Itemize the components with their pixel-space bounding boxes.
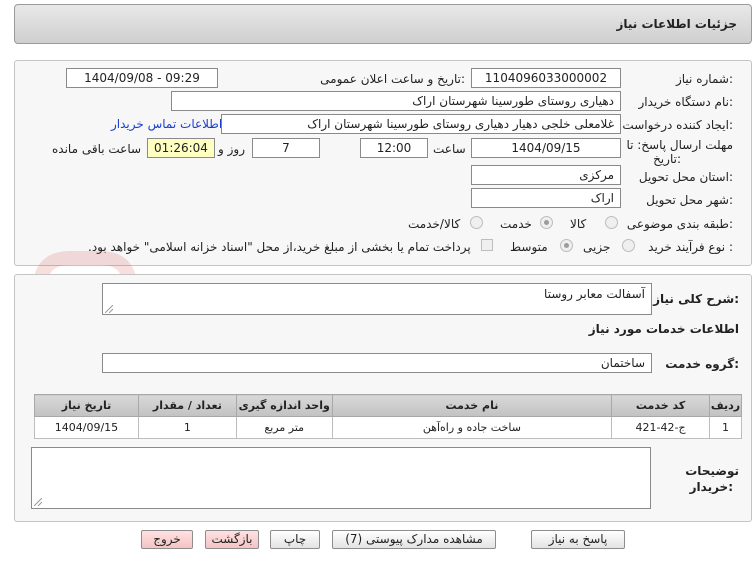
- cell-service-code: ج-42-421: [611, 416, 711, 439]
- purchase-type-label: نوع فرآیند خرید :: [648, 240, 733, 254]
- category-label: طبقه بندی موضوعی:: [626, 217, 733, 231]
- col-need-date: تاریخ نیاز: [34, 394, 139, 417]
- treasury-payment-checkbox[interactable]: [481, 239, 493, 251]
- deadline-label-date: تاریخ:: [653, 152, 681, 166]
- table-row[interactable]: 1 ج-42-421 ساخت جاده و راه‌آهن متر مربع …: [34, 416, 742, 439]
- notes-resize-handle-icon[interactable]: [34, 498, 42, 506]
- cell-service-name: ساخت جاده و راه‌آهن: [331, 416, 613, 439]
- requester-field[interactable]: غلامعلی خلجی دهیار دهیاری روستای طورسینا…: [221, 114, 621, 134]
- purchase-radio-minor[interactable]: [622, 239, 635, 252]
- deadline-label: مهلت ارسال پاسخ: تا: [626, 138, 733, 152]
- city-field[interactable]: اراک: [471, 188, 621, 208]
- category-radio-service[interactable]: [540, 216, 553, 229]
- summary-resize-handle-icon[interactable]: [105, 305, 113, 313]
- summary-label: شرح کلی نیاز:: [653, 292, 739, 306]
- services-table-header: ردیف کد خدمت نام خدمت واحد اندازه گیری ت…: [34, 394, 742, 417]
- category-radio-goods-service[interactable]: [470, 216, 483, 229]
- buyer-org-field[interactable]: دهیاری روستای طورسینا شهرستان اراک: [171, 91, 621, 111]
- cell-row: 1: [709, 416, 742, 439]
- category-option-service: خدمت: [500, 217, 532, 231]
- col-unit: واحد اندازه گیری: [235, 394, 333, 417]
- buyer-contact-link[interactable]: اطلاعات تماس خریدار: [111, 117, 222, 131]
- cell-need-date: 1404/09/15: [34, 416, 139, 439]
- col-row: ردیف: [709, 394, 742, 417]
- announce-datetime-label: تاریخ و ساعت اعلان عمومی:: [320, 72, 465, 86]
- col-quantity: تعداد / مقدار: [137, 394, 237, 417]
- exit-button[interactable]: خروج: [141, 530, 193, 549]
- col-service-name: نام خدمت: [331, 394, 613, 417]
- page-title: جزئیات اطلاعات نیاز: [616, 17, 737, 31]
- summary-field[interactable]: آسفالت معابر روستا: [102, 283, 652, 315]
- deadline-time-label: ساعت: [433, 142, 466, 156]
- treasury-payment-note: پرداخت تمام یا بخشی از مبلغ خرید،از محل …: [88, 240, 471, 254]
- page-header: جزئیات اطلاعات نیاز: [14, 4, 752, 44]
- buyer-notes-label-2: خریدار:: [689, 480, 733, 494]
- requester-label: ایجاد کننده درخواست:: [622, 118, 733, 132]
- view-attachments-button[interactable]: مشاهده مدارک پیوستی (7): [332, 530, 496, 549]
- buyer-notes-field[interactable]: [31, 447, 651, 509]
- city-label: شهر محل تحویل:: [646, 193, 733, 207]
- announce-datetime-field[interactable]: 1404/09/08 - 09:29: [66, 68, 218, 88]
- need-number-label: شماره نیاز:: [675, 72, 733, 86]
- deadline-date-field[interactable]: 1404/09/15: [471, 138, 621, 158]
- purchase-radio-medium[interactable]: [560, 239, 573, 252]
- deadline-days-field[interactable]: 7: [252, 138, 320, 158]
- cell-quantity: 1: [137, 416, 237, 439]
- service-group-field[interactable]: ساختمان: [102, 353, 652, 373]
- category-radio-goods[interactable]: [605, 216, 618, 229]
- need-number-field[interactable]: 1104096033000002: [471, 68, 621, 88]
- cell-unit: متر مربع: [235, 416, 333, 439]
- buyer-notes-label: توضیحات: [685, 464, 739, 478]
- col-service-code: کد خدمت: [611, 394, 711, 417]
- deadline-time-field[interactable]: 12:00: [360, 138, 428, 158]
- category-option-goods-service: کالا/خدمت: [408, 217, 461, 231]
- print-button[interactable]: چاپ: [270, 530, 320, 549]
- deadline-days-label: روز و: [218, 142, 245, 156]
- remaining-time-field: 01:26:04: [147, 138, 215, 158]
- back-button[interactable]: بازگشت: [205, 530, 259, 549]
- services-table: ردیف کد خدمت نام خدمت واحد اندازه گیری ت…: [34, 394, 742, 439]
- province-label: استان محل تحویل:: [638, 170, 733, 184]
- province-field[interactable]: مرکزی: [471, 165, 621, 185]
- reply-button[interactable]: پاسخ به نیاز: [531, 530, 625, 549]
- purchase-option-medium: متوسط: [510, 240, 548, 254]
- purchase-option-minor: جزیی: [583, 240, 611, 254]
- service-group-label: گروه خدمت:: [665, 357, 739, 371]
- category-option-goods: کالا: [570, 217, 587, 231]
- remaining-time-label: ساعت باقی مانده: [52, 142, 142, 156]
- buyer-org-label: نام دستگاه خریدار:: [638, 95, 734, 109]
- services-section-title: اطلاعات خدمات مورد نیاز: [588, 322, 739, 336]
